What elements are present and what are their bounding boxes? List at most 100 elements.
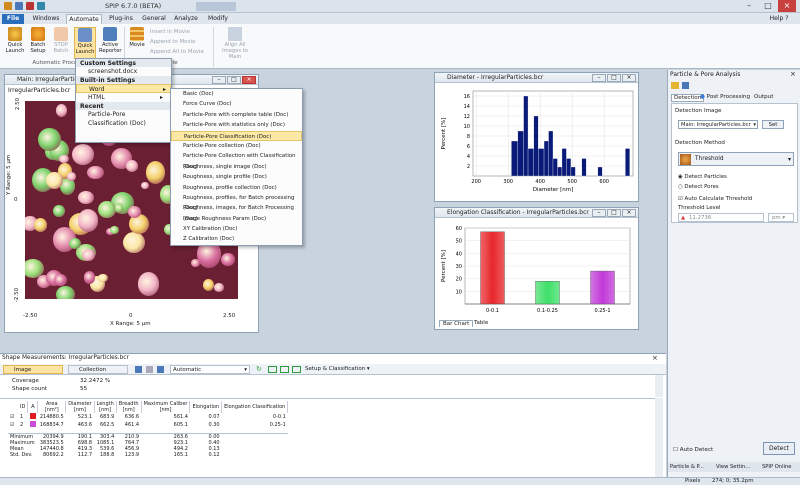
word-submenu-item[interactable]: Roughness, profiles, for Batch processin… [171,193,302,211]
maximize-icon[interactable]: □ [607,74,621,82]
minimize-icon[interactable]: – [592,209,606,217]
close-icon[interactable]: × [622,74,636,82]
html-menu-item[interactable]: HTML ▸ [76,93,171,102]
tab-output[interactable]: Output [754,94,773,100]
close-icon[interactable]: × [242,76,256,84]
column-header[interactable]: Area [nm²] [37,401,67,413]
word-submenu-item[interactable]: Particle-Pore with statistics only (Doc) [171,120,302,130]
detect-button[interactable]: Detect [763,442,795,455]
word-submenu-item[interactable]: Particle-Pore Classification (Doc) [171,130,302,141]
tab-plugins[interactable]: Plug-ins [106,14,136,24]
word-submenu-item[interactable]: XY Calibration (Doc) [171,224,302,234]
minimize-icon[interactable]: – [212,76,226,84]
tab-view-settings[interactable]: View Settin... [716,462,750,472]
collection-mode-button[interactable]: Collection [68,365,128,374]
recent-item[interactable]: Particle-Pore Classification (Doc) [76,110,171,127]
threshold-unit-select[interactable]: pm ▾ [768,213,794,222]
elongation-window[interactable]: Elongation Classification - IrregularPar… [434,207,639,330]
tab-general[interactable]: General [140,14,168,24]
quick-launch-button[interactable]: Quick Launch [4,27,26,54]
column-header[interactable]: Elongation Classification [221,401,289,413]
scrollbar[interactable] [655,375,663,397]
close-icon[interactable]: × [652,354,658,362]
set-button[interactable]: Set [762,120,784,129]
word-submenu-item[interactable]: Z Calibration (Doc) [171,234,302,244]
pin-icon[interactable]: × [790,70,796,78]
append-to-movie-button[interactable]: Append to Movie [150,37,204,47]
tab-bar-chart[interactable]: Bar Chart [439,320,474,327]
word-submenu-item[interactable]: Basic (Doc) [171,89,302,99]
tab-post-processing[interactable]: ● Post Processing [700,94,750,100]
tab-spip-online[interactable]: SPIP Online [762,462,791,472]
maximize-icon[interactable]: □ [759,0,777,12]
batch-setup-button[interactable]: Batch Setup [27,27,49,54]
maximize-icon[interactable]: □ [607,209,621,217]
diameter-window[interactable]: Diameter - IrregularParticles.bcr – □ × … [434,72,639,202]
select-icon[interactable] [135,366,142,373]
undo-icon[interactable] [26,2,34,10]
detect-particles-radio[interactable]: ◉ Detect Particles [678,174,727,180]
save-icon[interactable] [15,2,23,10]
word-submenu-item[interactable]: Roughness, single image (Doc) [171,162,302,172]
column-header[interactable]: ID [18,401,29,413]
active-reporter-button[interactable]: Active Reporter [99,27,122,54]
auto-calc-checkbox[interactable]: ☑ Auto Calculate Threshold [678,196,752,202]
update-mode-select[interactable]: Automatic ▾ [170,365,250,374]
word-submenu-item[interactable]: Force Curve (Doc) [171,99,302,109]
maximize-icon[interactable]: □ [227,76,241,84]
column-header[interactable]: A [27,401,39,413]
movie-button[interactable]: Movie [126,27,148,48]
detection-image-select[interactable]: Main: IrregularParticles.bcr ▾ [678,120,758,129]
word-submenu-item[interactable]: Particle-Pore Collection with Classifica… [171,151,302,169]
word-submenu-item[interactable]: Roughness, images, for Batch Processing … [171,203,302,221]
tab-particle-pore[interactable]: Particle & P... [670,462,704,472]
insert-in-movie-button[interactable]: Insert in Movie [150,27,204,37]
close-icon[interactable]: × [622,209,636,217]
layout-icon[interactable] [292,366,301,373]
image-mode-button[interactable]: Image [3,365,63,374]
pointer-icon[interactable] [146,366,153,373]
app-icon[interactable] [4,2,12,10]
word-menu-item[interactable]: Word ▸ [76,84,171,93]
word-submenu-item[interactable]: Roughness, profile collection (Doc) [171,183,302,193]
column-header[interactable]: Breadth [nm] [116,401,142,413]
tab-table[interactable]: Table [471,320,491,326]
tab-file[interactable]: File [2,14,24,24]
save-icon[interactable] [157,366,164,373]
table-row[interactable]: ☑ 2 168834.7 463.6 662.5 461.4 605.1 0.30 0.25-1 [8,421,288,429]
tab-automate[interactable]: Automate [66,14,102,24]
align-all-button[interactable]: Align All Images to Main [218,27,252,60]
method-select[interactable]: Threshold ▾ [678,152,794,166]
column-header[interactable]: Elongation [189,401,223,413]
scrollbar[interactable] [655,398,663,478]
threshold-input[interactable]: ▲ 11.2736 [678,213,764,222]
layout-icon[interactable] [280,366,289,373]
column-header[interactable]: Length [nm] [94,401,117,413]
tab-windows[interactable]: Windows [30,14,62,24]
stop-batch-button[interactable]: STOP Batch [50,27,72,54]
column-header[interactable]: Maximum Caliber [nm] [141,401,191,413]
word-submenu-item[interactable]: Particle-Pore collection (Doc) [171,141,302,151]
save-icon[interactable] [682,82,689,89]
layout-icon[interactable] [268,366,277,373]
auto-detect-checkbox[interactable]: ☐ Auto Detect [673,447,713,453]
row-checkbox[interactable]: ☑ [8,421,18,429]
table-row[interactable]: ☑ 1 214880.5 523.1 683.9 636.6 561.4 0.07 0-0.1 [8,413,288,421]
word-submenu-item[interactable]: Image Roughness Param (Doc) [171,214,302,224]
open-folder-icon[interactable] [671,82,679,89]
help-button[interactable]: Help ? [762,14,796,24]
quick-launch-report-button[interactable]: Quick Launch [74,27,96,59]
custom-setting-item[interactable]: screenshot.docx [76,67,171,76]
close-icon[interactable]: × [778,0,796,12]
append-all-movie-button[interactable]: Append All to Movie [150,47,204,57]
tab-modify[interactable]: Modify [204,14,232,24]
row-checkbox[interactable]: ☑ [8,413,18,421]
column-header[interactable]: Diameter [nm] [65,401,95,413]
minimize-icon[interactable]: – [592,74,606,82]
refresh-icon[interactable]: ↻ [256,365,262,373]
setup-classification-button[interactable]: Setup & Classification ▾ [305,365,370,374]
tab-analyze[interactable]: Analyze [172,14,200,24]
word-submenu-item[interactable]: Roughness, single profile (Doc) [171,172,302,182]
minimize-icon[interactable]: – [740,0,758,12]
detect-pores-radio[interactable]: ○ Detect Pores [678,184,719,190]
